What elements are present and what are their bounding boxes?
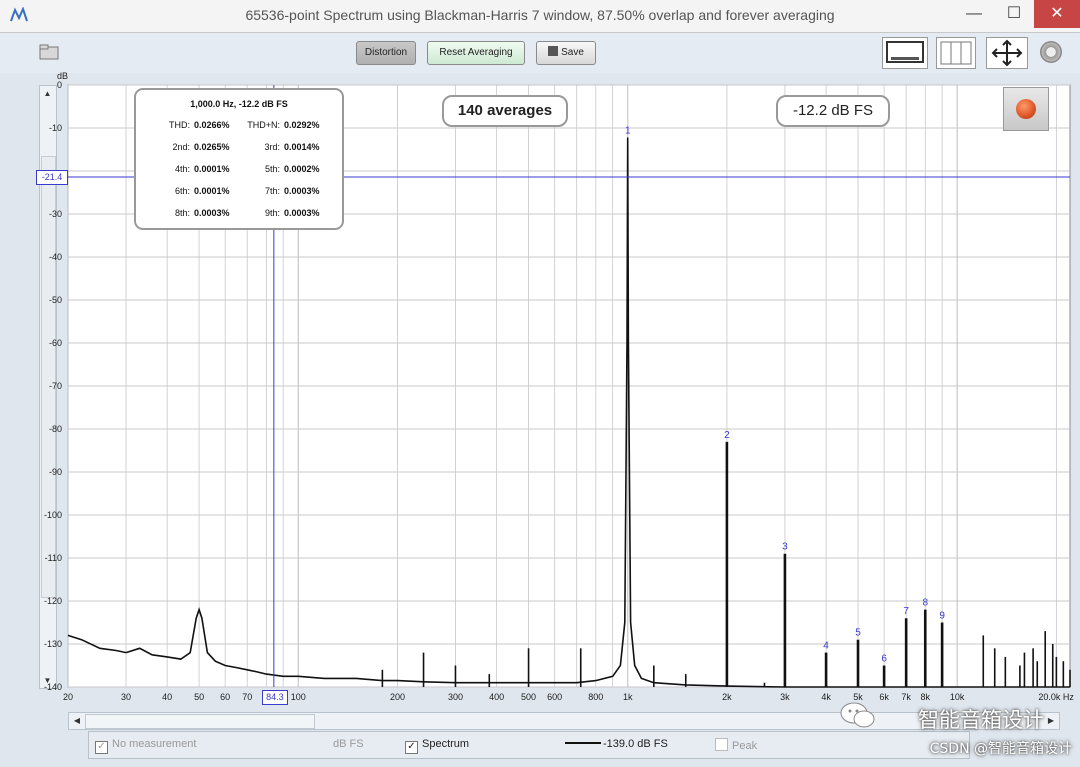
y-tick-label: -140	[44, 682, 62, 692]
distortion-metric-value: 0.0003%	[284, 186, 320, 196]
distortion-metric-value: 0.0001%	[194, 164, 230, 174]
checkbox-icon	[715, 738, 728, 751]
distortion-metric-value: 0.0266%	[194, 120, 230, 130]
spectrum-value: -139.0 dB FS	[603, 738, 668, 750]
harmonic-label: 6	[881, 654, 887, 665]
y-tick-label: -110	[45, 553, 62, 563]
x-tick-label: 40	[162, 692, 172, 702]
x-tick-label: 20.0k Hz	[1038, 692, 1074, 702]
y-tick-label: -50	[49, 295, 62, 305]
harmonic-label: 1	[625, 125, 631, 136]
distortion-metric-key: 9th:	[264, 208, 280, 218]
distortion-metric-key: 7th:	[264, 186, 280, 196]
harmonic-label: 8	[922, 598, 928, 609]
distortion-metric-key: 4th:	[174, 164, 190, 174]
distortion-metric-value: 0.0265%	[194, 142, 230, 152]
spectrum-label: Spectrum	[422, 738, 470, 750]
spectrum-toggle[interactable]: ✓ Spectrum	[405, 738, 469, 754]
x-tick-label: 3k	[780, 692, 790, 702]
watermark-title: 智能音箱设计	[918, 708, 1044, 732]
spectrum-legend: -139.0 dB FS	[565, 738, 668, 750]
harmonic-label: 5	[855, 628, 861, 639]
horizontal-scroll-thumb[interactable]	[85, 714, 315, 729]
x-tick-label: 30	[121, 692, 131, 702]
x-tick-label: 50	[194, 692, 204, 702]
cursor-y-readout: -21.4	[36, 170, 68, 186]
distortion-metric-value: 0.0014%	[284, 142, 320, 152]
x-tick-label: 200	[390, 692, 405, 702]
distortion-metric-key: THD:	[169, 120, 190, 130]
harmonic-label: 7	[903, 606, 909, 617]
peak-toggle[interactable]: Peak	[715, 738, 757, 752]
horizontal-scrollbar[interactable]: ◀ ▶	[68, 712, 1060, 730]
y-tick-label: -10	[49, 123, 62, 133]
distortion-metric-value: 0.0002%	[284, 164, 320, 174]
no-measurement-toggle[interactable]: ✓ No measurement	[95, 738, 196, 754]
x-tick-label: 2k	[722, 692, 732, 702]
checkbox-icon: ✓	[405, 741, 418, 754]
harmonic-label: 3	[782, 542, 788, 553]
harmonic-label: 2	[724, 430, 730, 441]
x-tick-label: 20	[63, 692, 73, 702]
record-icon	[1016, 99, 1036, 119]
distortion-metric-key: 6th:	[174, 186, 190, 196]
distortion-metric-key: 5th:	[264, 164, 280, 174]
distortion-metric-value: 0.0292%	[284, 120, 320, 130]
y-tick-label: -90	[49, 467, 62, 477]
x-tick-label: 100	[291, 692, 306, 702]
y-tick-label: -80	[49, 424, 62, 434]
distortion-metric-key: 8th:	[174, 208, 190, 218]
x-tick-label: 70	[242, 692, 252, 702]
harmonic-label: 4	[823, 641, 829, 652]
distortion-metric-key: THD+N:	[247, 120, 280, 130]
distortion-metric-key: 3rd:	[264, 142, 280, 152]
x-tick-label: 7k	[901, 692, 911, 702]
distortion-metric-value: 0.0003%	[284, 208, 320, 218]
legend-line-icon	[565, 742, 601, 744]
distortion-metric-value: 0.0003%	[194, 208, 230, 218]
y-tick-label: 0	[57, 80, 62, 90]
x-tick-label: 6k	[879, 692, 889, 702]
x-tick-label: 600	[547, 692, 562, 702]
x-tick-label: 60	[220, 692, 230, 702]
y-tick-label: -60	[49, 338, 62, 348]
dbfs-label: dB FS	[333, 738, 364, 750]
harmonic-label: 9	[939, 611, 945, 622]
y-tick-label: -130	[44, 639, 62, 649]
y-tick-label: -120	[44, 596, 62, 606]
checkbox-icon: ✓	[95, 741, 108, 754]
x-tick-label: 500	[521, 692, 536, 702]
scroll-right-icon[interactable]: ▶	[1044, 714, 1058, 728]
distortion-header: 1,000.0 Hz, -12.2 dB FS	[190, 99, 288, 109]
scroll-left-icon[interactable]: ◀	[70, 714, 84, 728]
x-tick-label: 800	[588, 692, 603, 702]
distortion-metric-value: 0.0001%	[194, 186, 230, 196]
legend-bar: ✓ No measurement dB FS ✓ Spectrum -139.0 d…	[88, 731, 970, 759]
averages-badge: 140 averages	[442, 95, 568, 127]
y-tick-label: -100	[44, 510, 62, 520]
level-badge: -12.2 dB FS	[776, 95, 890, 127]
peak-label: Peak	[732, 740, 758, 752]
x-tick-label: 1k	[623, 692, 633, 702]
x-tick-label: 8k	[921, 692, 931, 702]
x-tick-label: 4k	[821, 692, 831, 702]
y-tick-label: -40	[49, 252, 62, 262]
watermark-credit: CSDN @智能音箱设计	[929, 741, 1072, 757]
y-axis-label: dB	[57, 71, 68, 81]
cursor-x-readout: 84.3	[261, 690, 288, 705]
x-tick-label: 10k	[950, 692, 965, 702]
y-tick-label: -70	[49, 381, 62, 391]
record-button[interactable]	[1003, 87, 1049, 131]
y-tick-label: -30	[49, 209, 62, 219]
no-measurement-label: No measurement	[112, 738, 197, 750]
distortion-metric-key: 2nd:	[172, 142, 190, 152]
distortion-panel: 1,000.0 Hz, -12.2 dB FS THD: 0.0266% THD+N…	[134, 88, 344, 230]
x-tick-label: 400	[489, 692, 504, 702]
wechat-logo-icon	[840, 702, 875, 728]
x-tick-label: 300	[448, 692, 463, 702]
